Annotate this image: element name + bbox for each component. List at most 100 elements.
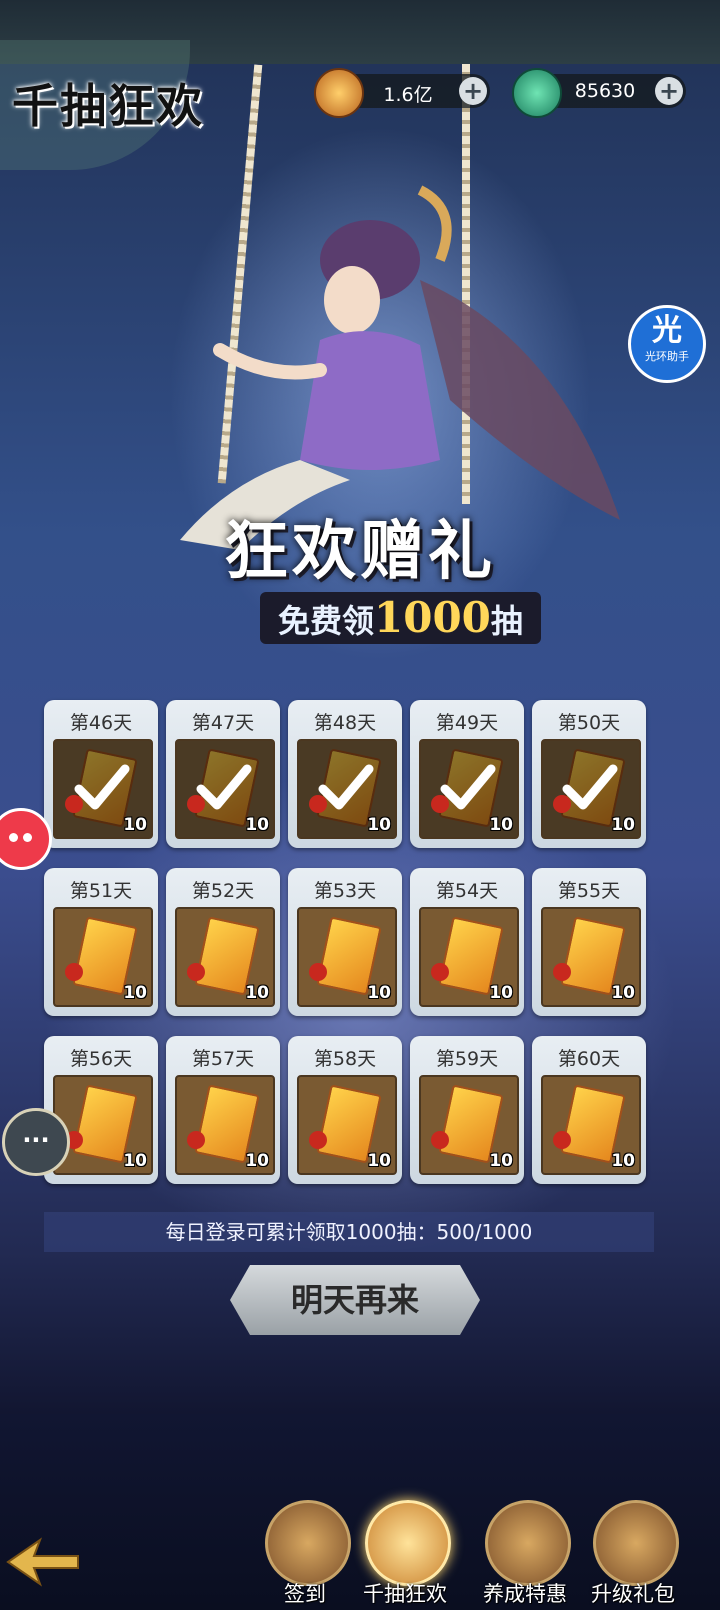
red-seal-icon [309,1131,327,1149]
treasure-box-icon [485,1500,571,1586]
reward-slot: 10 [297,1075,397,1175]
back-arrow-icon[interactable] [0,1532,80,1592]
day-reward-card[interactable]: 第46天 10 [44,700,158,848]
event-banner: 狂欢赠礼 免费领1000抽 [150,500,570,650]
day-label: 第46天 [69,712,133,734]
reward-slot: 10 [541,739,641,839]
gift-pot-icon [593,1500,679,1586]
day-label: 第53天 [313,880,377,902]
day-reward-card[interactable]: 第53天 10 [288,868,402,1016]
day-reward-card[interactable]: 第60天 10 [532,1036,646,1184]
nav-tab-label: 签到 [284,1582,326,1606]
day-reward-card[interactable]: 第57天 10 [166,1036,280,1184]
claimed-check-icon [440,764,496,810]
reward-quantity: 10 [123,1151,147,1171]
jade-dragon-icon [512,68,562,118]
day-label: 第59天 [435,1048,499,1070]
red-seal-icon [553,963,571,981]
nav-tab-0[interactable]: 签到 [250,1500,360,1610]
day-reward-card[interactable]: 第59天 10 [410,1036,524,1184]
banner-sub-prefix: 免费领 [278,602,375,640]
copper-add-button[interactable]: + [459,77,487,105]
day-label: 第56天 [69,1048,133,1070]
reward-slot: 10 [53,1075,153,1175]
halo-assistant-button[interactable]: 光 光环助手 [628,305,706,383]
claimed-check-icon [196,764,252,810]
reward-quantity: 10 [489,1151,513,1171]
reward-slot: 10 [541,1075,641,1175]
claimed-check-icon [74,764,130,810]
reward-slot: 10 [175,1075,275,1175]
day-label: 第47天 [191,712,255,734]
reward-quantity: 10 [245,983,269,1003]
jade-add-button[interactable]: + [655,77,683,105]
currency-copper: 1.6亿 + [314,68,490,118]
reward-slot: 10 [175,907,275,1007]
reward-slot: 10 [297,739,397,839]
day-reward-card[interactable]: 第47天 10 [166,700,280,848]
claimed-check-icon [562,764,618,810]
nav-tab-label: 千抽狂欢 [363,1582,447,1606]
gift-chest-icon [365,1500,451,1586]
page-title: 千抽狂欢 [12,79,204,133]
reward-quantity: 10 [489,815,513,835]
reward-quantity: 10 [611,1151,635,1171]
sign-in-scroll-icon [265,1500,351,1586]
red-seal-icon [309,963,327,981]
red-seal-icon [187,963,205,981]
reward-slot: 10 [53,739,153,839]
chat-bubble-button[interactable]: ··· [2,1108,70,1176]
day-label: 第58天 [313,1048,377,1070]
day-reward-card[interactable]: 第49天 10 [410,700,524,848]
reward-quantity: 10 [245,1151,269,1171]
reward-quantity: 10 [611,815,635,835]
day-label: 第54天 [435,880,499,902]
day-label: 第60天 [557,1048,621,1070]
banner-title: 狂欢赠礼 [224,514,496,589]
nav-tab-label: 养成特惠 [483,1582,567,1606]
red-seal-icon [431,1131,449,1149]
halo-assistant-label: 光环助手 [645,350,689,363]
nav-tab-3[interactable]: 升级礼包 [578,1500,688,1610]
reward-quantity: 10 [245,815,269,835]
nav-tab-2[interactable]: 养成特惠 [470,1500,580,1610]
reward-quantity: 10 [367,815,391,835]
dot-icon [9,833,18,842]
reward-quantity: 10 [367,983,391,1003]
dot-icon [23,833,32,842]
banner-subtitle: 免费领1000抽 [260,592,541,644]
copper-coin-icon [314,68,364,118]
login-progress-text: 每日登录可累计领取1000抽：500/1000 [44,1212,654,1252]
day-label: 第55天 [557,880,621,902]
day-label: 第49天 [435,712,499,734]
reward-quantity: 10 [611,983,635,1003]
reward-slot: 10 [419,1075,519,1175]
day-label: 第50天 [557,712,621,734]
day-reward-card[interactable]: 第54天 10 [410,868,524,1016]
jade-value: 85630 [574,80,636,102]
day-label: 第51天 [69,880,133,902]
day-reward-card[interactable]: 第55天 10 [532,868,646,1016]
day-label: 第57天 [191,1048,255,1070]
nav-tab-1[interactable]: 千抽狂欢 [350,1500,460,1610]
reward-quantity: 10 [367,1151,391,1171]
come-back-tomorrow-button[interactable]: 明天再来 [230,1265,480,1335]
claimed-check-icon [318,764,374,810]
reward-slot: 10 [53,907,153,1007]
red-seal-icon [65,963,83,981]
day-reward-card[interactable]: 第58天 10 [288,1036,402,1184]
day-reward-card[interactable]: 第51天 10 [44,868,158,1016]
red-seal-icon [431,963,449,981]
reward-slot: 10 [419,907,519,1007]
reward-slot: 10 [175,739,275,839]
reward-quantity: 10 [123,983,147,1003]
day-reward-card[interactable]: 第48天 10 [288,700,402,848]
reward-slot: 10 [541,907,641,1007]
day-reward-card[interactable]: 第50天 10 [532,700,646,848]
day-reward-card[interactable]: 第52天 10 [166,868,280,1016]
day-label: 第48天 [313,712,377,734]
banner-sub-suffix: 抽 [490,602,523,640]
nav-tab-label: 升级礼包 [591,1582,675,1606]
currency-jade: 85630 + [512,68,686,118]
reward-slot: 10 [297,907,397,1007]
